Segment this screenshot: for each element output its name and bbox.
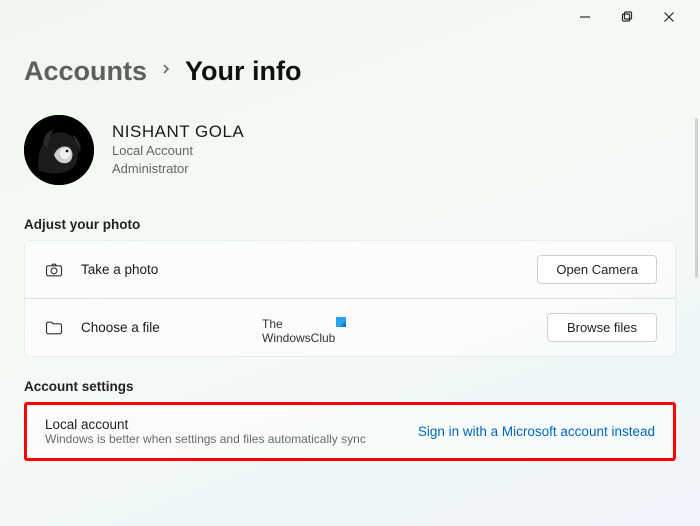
local-account-row: Local account Windows is better when set… [24, 402, 676, 461]
user-role: Administrator [112, 160, 244, 178]
scrollbar[interactable] [695, 118, 698, 278]
local-account-subtitle: Windows is better when settings and file… [45, 432, 366, 446]
user-name: NISHANT GOLA [112, 122, 244, 142]
breadcrumb: Accounts Your info [24, 56, 676, 87]
local-account-title: Local account [45, 417, 366, 432]
photo-card-group: Take a photo Open Camera Choose a file B… [24, 240, 676, 357]
user-info: NISHANT GOLA Local Account Administrator [24, 115, 676, 185]
user-account-type: Local Account [112, 142, 244, 160]
chevron-right-icon [161, 62, 171, 81]
window-titlebar [578, 0, 700, 32]
avatar[interactable] [24, 115, 94, 185]
row-choose-file: Choose a file Browse files [25, 299, 675, 356]
section-title-account: Account settings [24, 379, 676, 394]
row-label: Choose a file [81, 320, 547, 335]
folder-icon [43, 317, 65, 339]
camera-icon [43, 259, 65, 281]
open-camera-button[interactable]: Open Camera [537, 255, 657, 284]
breadcrumb-parent[interactable]: Accounts [24, 56, 147, 87]
section-title-photo: Adjust your photo [24, 217, 676, 232]
browse-files-button[interactable]: Browse files [547, 313, 657, 342]
row-label: Take a photo [81, 262, 537, 277]
page-title: Your info [185, 56, 301, 87]
sign-in-microsoft-link[interactable]: Sign in with a Microsoft account instead [418, 424, 655, 439]
row-take-photo: Take a photo Open Camera [25, 241, 675, 299]
close-button[interactable] [662, 10, 676, 24]
minimize-button[interactable] [578, 10, 592, 24]
maximize-button[interactable] [620, 10, 634, 24]
